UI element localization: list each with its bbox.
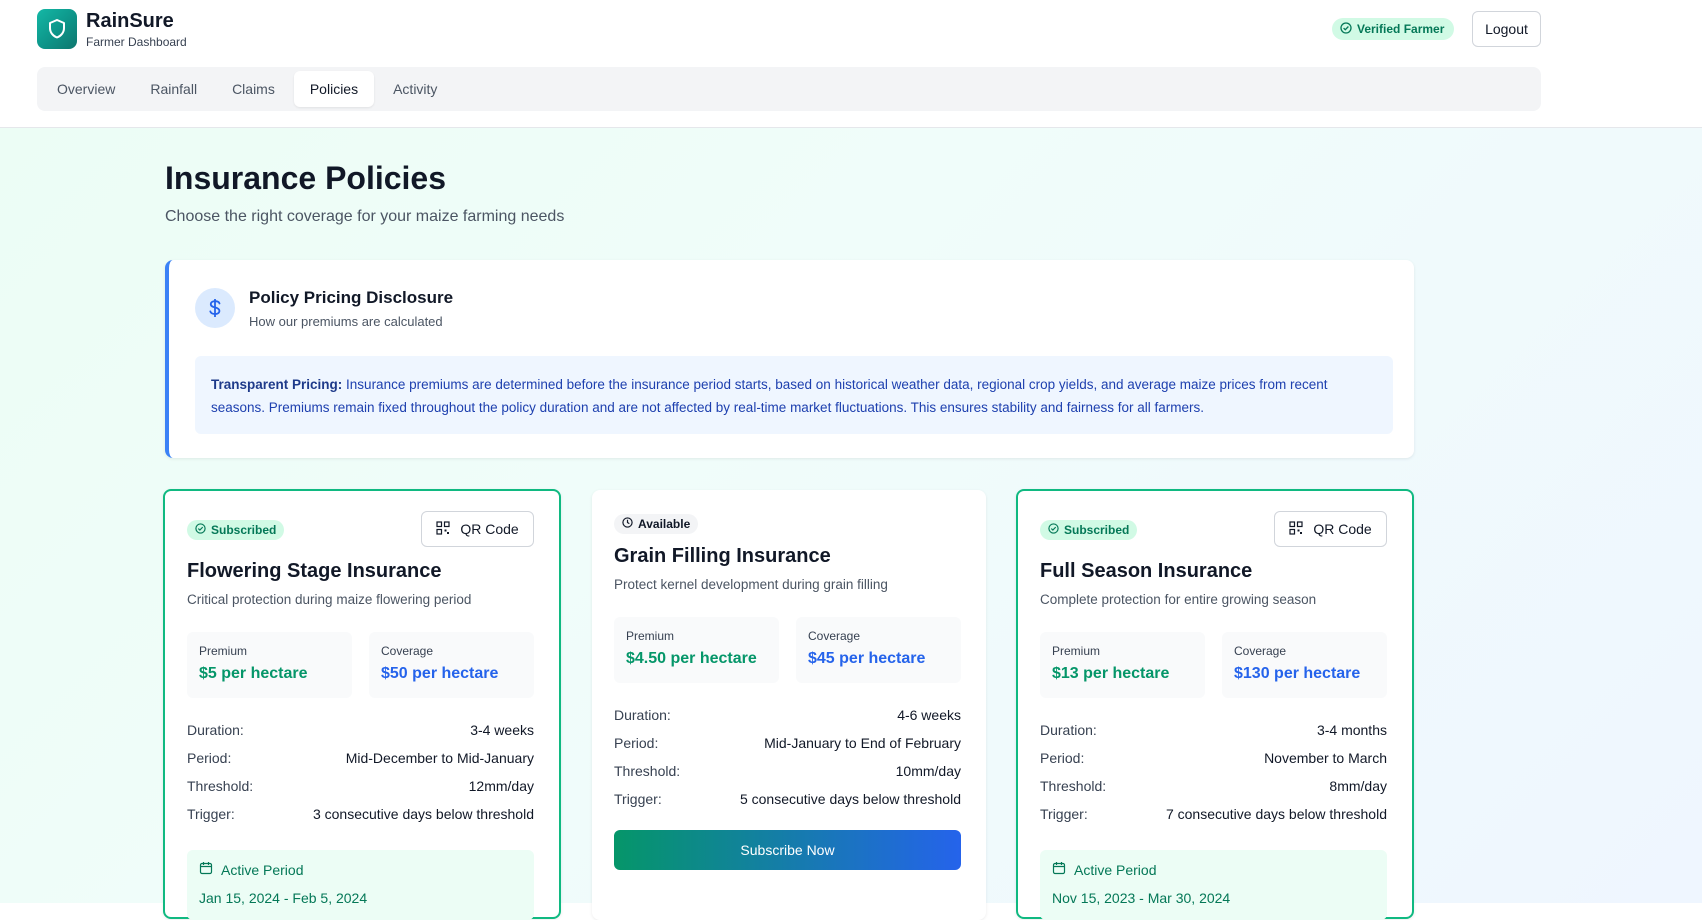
policy-card-flowering: Subscribed QR Code Flowering Stage Insur…	[163, 489, 561, 920]
trigger-value: 5 consecutive days below threshold	[739, 791, 961, 807]
app-name: RainSure	[86, 9, 174, 32]
active-period: Active Period Jan 15, 2024 - Feb 5, 2024	[187, 850, 534, 920]
trigger-value: 7 consecutive days below threshold	[1165, 806, 1387, 822]
tab-activity[interactable]: Activity	[377, 71, 453, 107]
coverage-stat: Coverage $130 per hectare	[1222, 632, 1387, 698]
premium-value: $5 per hectare	[199, 665, 308, 682]
calendar-icon	[1052, 861, 1066, 878]
tab-policies[interactable]: Policies	[293, 71, 375, 107]
threshold-value: 10mm/day	[895, 763, 961, 779]
coverage-value: $130 per hectare	[1234, 665, 1361, 682]
check-circle-icon	[1048, 523, 1059, 537]
policy-title: Full Season Insurance	[1040, 560, 1253, 582]
policy-card-full-season: Subscribed QR Code Full Season Insurance…	[1016, 489, 1414, 920]
active-dates: Jan 15, 2024 - Feb 5, 2024	[199, 890, 368, 906]
policy-description: Critical protection during maize floweri…	[187, 592, 472, 607]
clock-icon	[622, 517, 633, 531]
brand[interactable]: RainSure Farmer Dashboard	[37, 9, 187, 49]
policy-description: Complete protection for entire growing s…	[1040, 592, 1317, 607]
period-value: Mid-January to End of February	[764, 735, 961, 751]
policy-title: Flowering Stage Insurance	[187, 560, 442, 582]
disclosure-subtitle: How our premiums are calculated	[249, 314, 443, 329]
premium-stat: Premium $5 per hectare	[187, 632, 352, 698]
app-subtitle: Farmer Dashboard	[86, 34, 187, 49]
pricing-disclosure: Policy Pricing Disclosure How our premiu…	[165, 260, 1414, 458]
nav-tabs: Overview Rainfall Claims Policies Activi…	[37, 67, 1541, 111]
qr-code-icon	[436, 520, 450, 538]
top-bar: RainSure Farmer Dashboard Verified Farme…	[0, 0, 1702, 128]
duration-value: 4-6 weeks	[897, 707, 961, 723]
disclosure-text: Transparent Pricing: Insurance premiums …	[195, 356, 1393, 434]
period-value: Mid-December to Mid-January	[345, 750, 534, 766]
page-title: Insurance Policies	[165, 160, 447, 196]
active-dates: Nov 15, 2023 - Mar 30, 2024	[1052, 890, 1231, 906]
status-badge: Available	[614, 514, 699, 534]
disclosure-body: Insurance premiums are determined before…	[211, 377, 1328, 415]
dollar-icon	[195, 288, 235, 328]
threshold-value: 12mm/day	[468, 778, 534, 794]
qr-code-button[interactable]: QR Code	[421, 511, 534, 547]
status-badge: Subscribed	[1040, 520, 1138, 540]
disclosure-lead: Transparent Pricing:	[211, 377, 343, 392]
threshold-value: 8mm/day	[1329, 778, 1387, 794]
duration-value: 3-4 weeks	[470, 722, 534, 738]
policy-details: Duration: 4-6 weeks Period: Mid-January to…	[614, 707, 961, 807]
page-subtitle: Choose the right coverage for your maize…	[165, 208, 565, 225]
coverage-stat: Coverage $50 per hectare	[369, 632, 534, 698]
policy-details: Duration: 3-4 months Period: November to M…	[1040, 722, 1387, 822]
tab-rainfall[interactable]: Rainfall	[134, 71, 213, 107]
verified-badge: Verified Farmer	[1332, 18, 1455, 40]
verified-label: Verified Farmer	[1357, 22, 1445, 36]
shield-icon	[37, 9, 77, 49]
status-badge: Subscribed	[187, 520, 285, 540]
premium-value: $13 per hectare	[1052, 665, 1170, 682]
active-period: Active Period Nov 15, 2023 - Mar 30, 202…	[1040, 850, 1387, 920]
premium-stat: Premium $13 per hectare	[1040, 632, 1205, 698]
policy-card-grain-filling: Available Grain Filling Insurance Protec…	[592, 490, 986, 920]
coverage-stat: Coverage $45 per hectare	[796, 617, 961, 683]
logout-button[interactable]: Logout	[1472, 11, 1541, 47]
main-content: Insurance Policies Choose the right cove…	[0, 128, 1702, 920]
calendar-icon	[199, 861, 213, 878]
coverage-value: $50 per hectare	[381, 665, 499, 682]
tab-overview[interactable]: Overview	[41, 71, 131, 107]
check-circle-icon	[1340, 21, 1352, 37]
coverage-value: $45 per hectare	[808, 650, 926, 667]
period-value: November to March	[1264, 750, 1387, 766]
policy-details: Duration: 3-4 weeks Period: Mid-December t…	[187, 722, 534, 822]
policy-title: Grain Filling Insurance	[614, 545, 831, 567]
premium-value: $4.50 per hectare	[626, 650, 757, 667]
subscribe-button[interactable]: Subscribe Now	[614, 830, 961, 870]
tab-claims[interactable]: Claims	[216, 71, 291, 107]
trigger-value: 3 consecutive days below threshold	[312, 806, 534, 822]
policy-description: Protect kernel development during grain …	[614, 577, 888, 592]
qr-code-icon	[1289, 520, 1303, 538]
check-circle-icon	[195, 523, 206, 537]
qr-code-button[interactable]: QR Code	[1274, 511, 1387, 547]
duration-value: 3-4 months	[1316, 722, 1387, 738]
disclosure-title: Policy Pricing Disclosure	[249, 288, 454, 307]
premium-stat: Premium $4.50 per hectare	[614, 617, 779, 683]
